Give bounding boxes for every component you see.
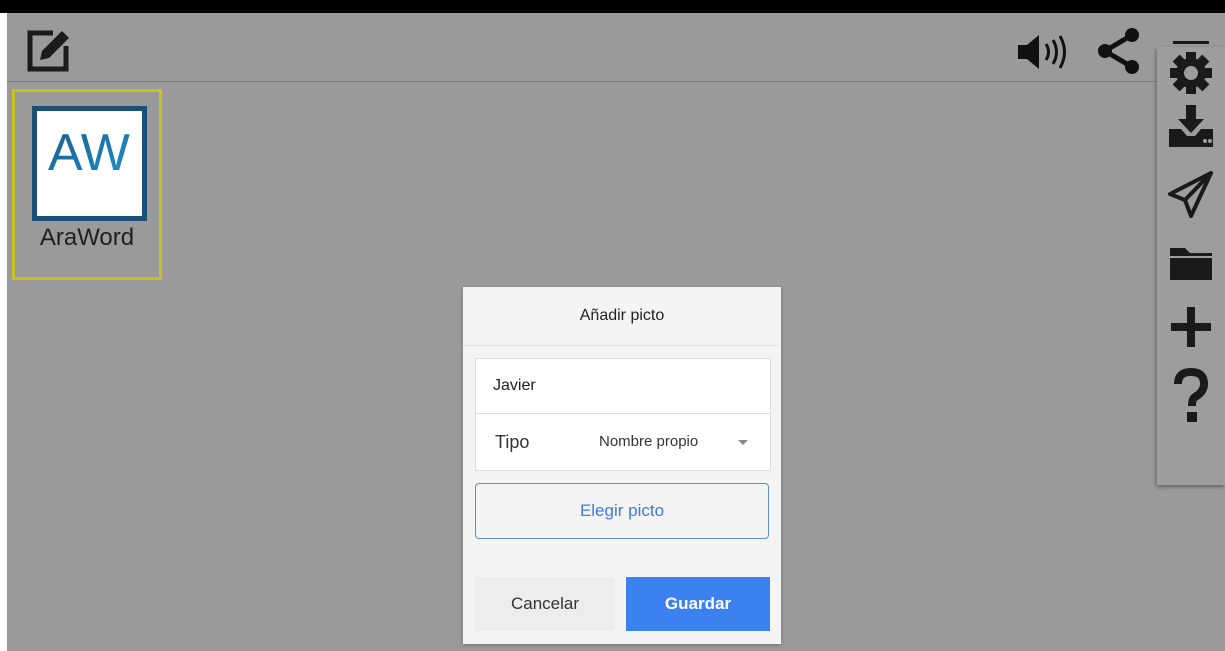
app-tile-araword[interactable]: AW AraWord	[12, 89, 162, 280]
folder-icon	[1170, 248, 1212, 280]
choose-picto-button[interactable]: Elegir picto	[475, 483, 769, 539]
status-bar	[0, 0, 1225, 13]
speaker-volume-icon	[1018, 35, 1066, 69]
type-label: Tipo	[495, 432, 530, 452]
dialog-fields: Tipo Nombre propio	[475, 358, 771, 471]
question-mark-icon	[1174, 367, 1209, 422]
dropdown-caret-icon	[738, 440, 748, 445]
dialog-title: Añadir picto	[463, 287, 781, 346]
sound-button[interactable]	[1015, 30, 1071, 74]
share-icon	[1098, 28, 1139, 74]
add-button[interactable]	[1165, 301, 1217, 353]
paper-plane-icon	[1168, 171, 1213, 218]
settings-button[interactable]	[1163, 39, 1219, 99]
add-picto-dialog: Añadir picto Tipo Nombre propio Elegir p…	[463, 287, 781, 644]
edit-square-icon	[27, 30, 69, 72]
type-select[interactable]: Tipo Nombre propio	[476, 415, 770, 470]
side-menu	[1157, 41, 1225, 485]
gear-icon	[1170, 41, 1212, 94]
download-button[interactable]	[1165, 101, 1217, 151]
name-field[interactable]	[476, 359, 770, 414]
araword-logo: AW	[32, 106, 147, 221]
download-tray-icon	[1169, 105, 1213, 147]
send-button[interactable]	[1165, 167, 1217, 223]
plus-icon	[1171, 307, 1211, 347]
logo-text: AW	[48, 124, 130, 182]
help-button[interactable]	[1165, 365, 1217, 429]
open-folder-button[interactable]	[1165, 239, 1217, 287]
type-selected-value: Nombre propio	[599, 433, 699, 450]
edit-button[interactable]	[24, 27, 72, 75]
app-label: AraWord	[39, 224, 135, 251]
main-screen: AW AraWord Añadir picto Javier Tipo Nomb…	[7, 13, 1225, 651]
cancel-button[interactable]: Cancelar	[475, 577, 615, 631]
save-button[interactable]: Guardar	[626, 577, 770, 631]
share-button[interactable]	[1093, 25, 1145, 77]
header-divider	[7, 81, 1157, 82]
